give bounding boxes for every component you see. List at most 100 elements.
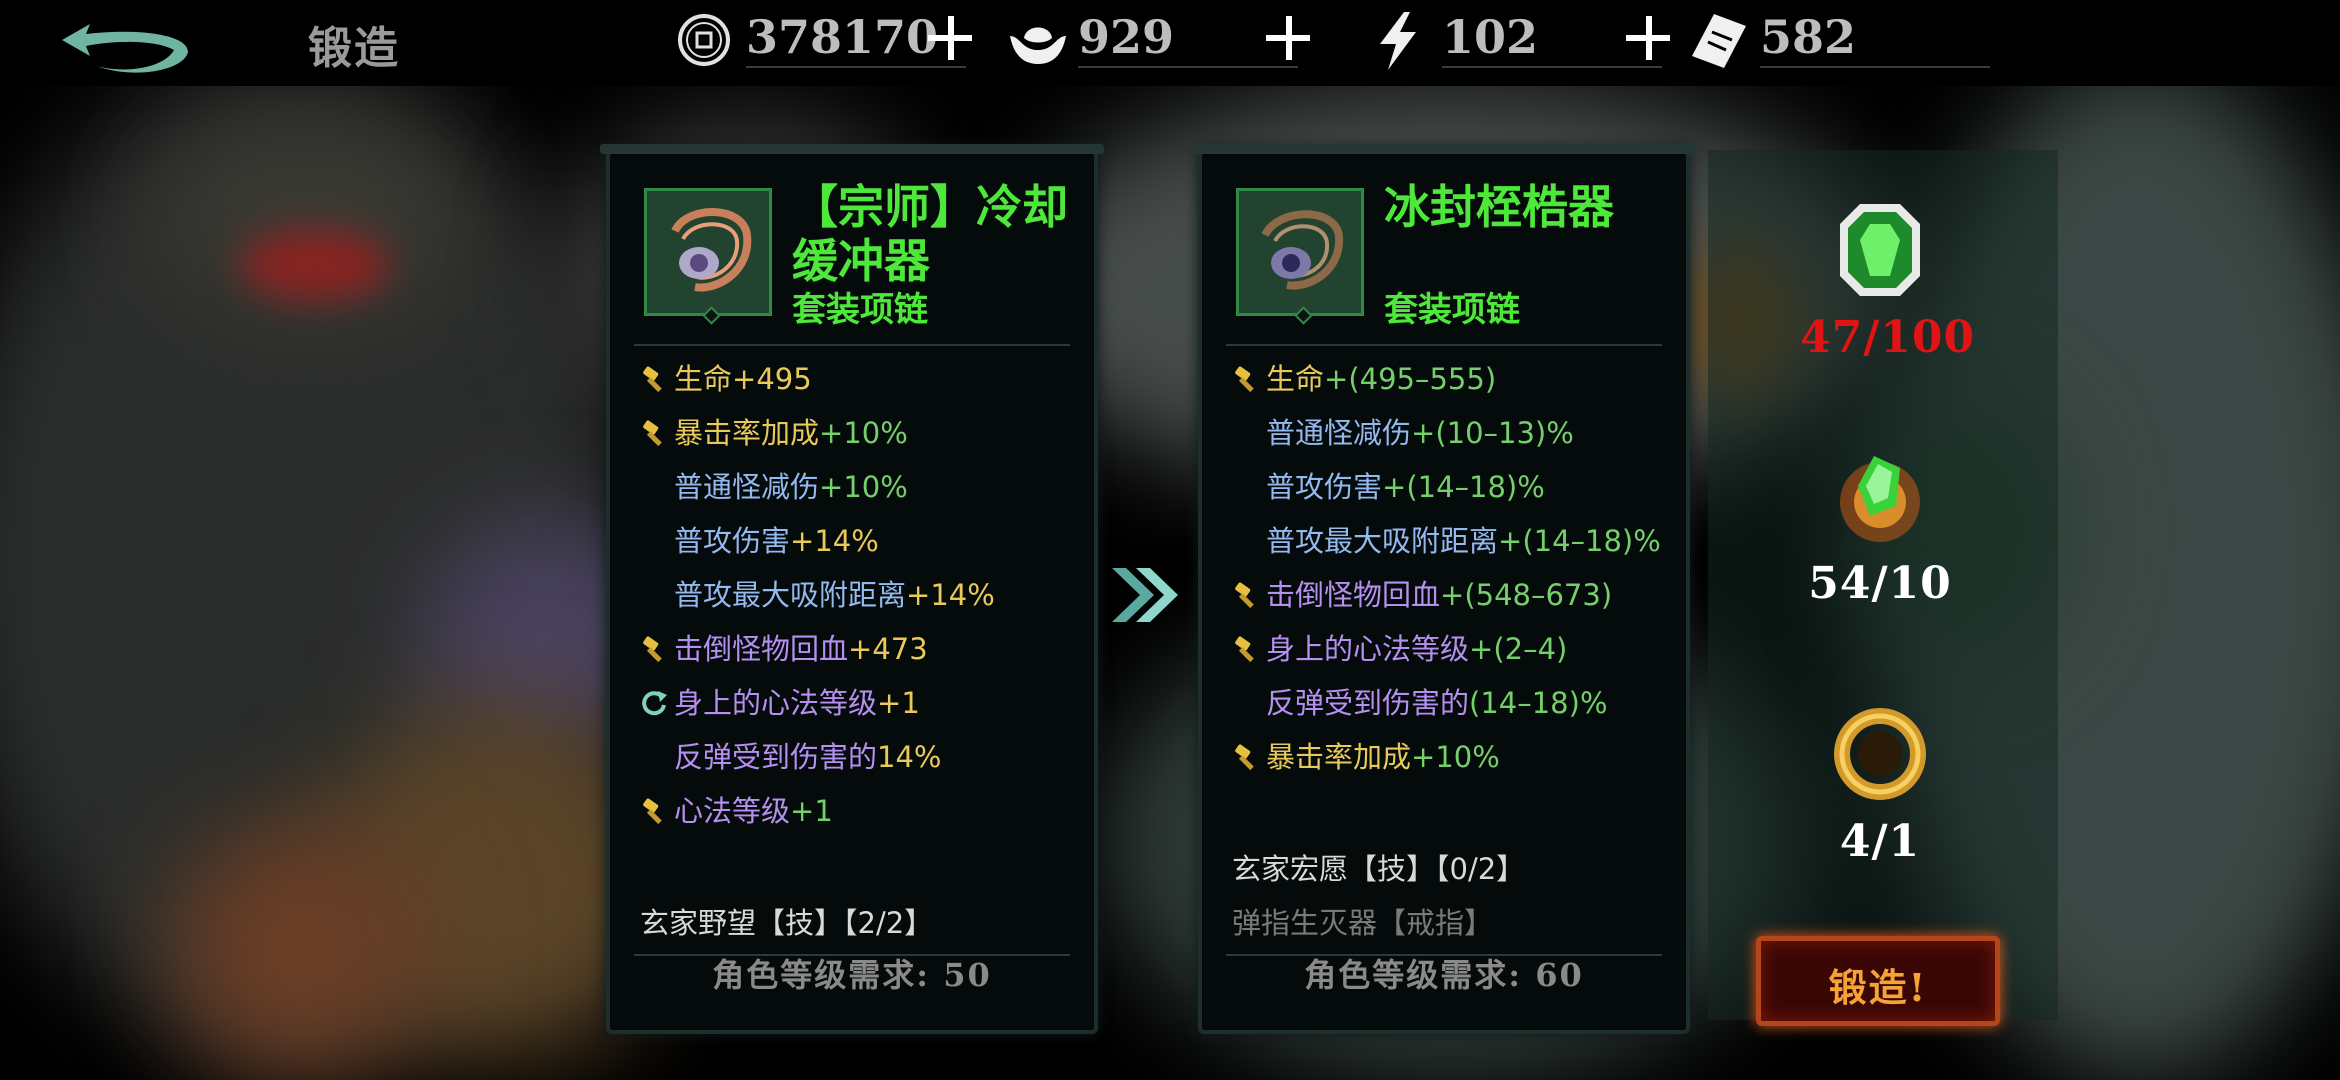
stat-text: 暴击率加成+10% [674, 406, 908, 460]
item-name-line-1: 【宗师】冷却 [792, 180, 1068, 234]
stat-row: 普通怪减伤+(10–13)% [1232, 406, 1676, 460]
stat-row: 暴击率加成+10% [640, 406, 1084, 460]
set-skill: 玄家野望【技】【2/2】 [640, 906, 934, 940]
stat-value: +14% [790, 524, 879, 558]
stat-text: 普攻最大吸附距离+14% [674, 568, 995, 622]
stat-value: +(14–18)% [1498, 524, 1661, 558]
stat-label: 反弹受到伤害的 [1266, 686, 1470, 720]
stat-value: +(14–18)% [1382, 470, 1545, 504]
item-name-line-2: 缓冲器 [792, 234, 930, 288]
level-requirement: 角色等级需求: 60 [1304, 956, 1584, 994]
stat-value: +473 [848, 632, 928, 666]
stat-label: 击倒怪物回血 [674, 632, 849, 666]
resource-energy: 102 [1370, 6, 1670, 70]
stat-row: 心法等级+1 [640, 784, 1084, 838]
stat-row: 普攻伤害+(14–18)% [1232, 460, 1676, 514]
set-skill: 弹指生灭器【戒指】 [1232, 906, 1494, 940]
stat-text: 击倒怪物回血+473 [674, 622, 928, 676]
hammer-icon [1235, 744, 1254, 771]
stat-text: 普攻伤害+14% [674, 514, 879, 568]
necklace-icon [1261, 210, 1344, 290]
silver-ingot-icon [1010, 27, 1066, 64]
material-count: 54/10 [1808, 558, 1952, 609]
coin-value: 378170 [746, 10, 939, 64]
stat-row: 身上的心法等级+1 [640, 676, 1084, 730]
back-arrow-icon [62, 24, 188, 73]
page-title: 锻造 [308, 23, 400, 74]
target-necklace-icon[interactable] [1236, 188, 1364, 325]
stat-label: 暴击率加成 [674, 416, 820, 450]
divider [634, 344, 1070, 346]
stat-label: 身上的心法等级 [1266, 632, 1470, 666]
stat-text: 普通怪减伤+10% [674, 460, 908, 514]
stat-text: 反弹受到伤害的14% [674, 730, 941, 784]
stat-row: 暴击率加成+10% [1232, 730, 1676, 784]
stat-text: 生命+(495–555) [1266, 352, 1496, 406]
ticket-value: 582 [1760, 10, 1857, 64]
stat-value: +1 [790, 794, 833, 828]
resource-ticket: 582 [1688, 6, 1998, 70]
hammer-icon [643, 636, 662, 663]
divider [1760, 66, 1990, 68]
stat-label: 普攻伤害 [1266, 470, 1383, 504]
ticket-icon [1692, 14, 1746, 68]
stat-text: 反弹受到伤害的(14–18)% [1266, 676, 1608, 730]
current-item-panel: 【宗师】冷却 缓冲器 套装项链 生命+495 暴击率加成+10% 普通怪减伤+10%… [600, 144, 1104, 1034]
stat-value: +(10–13)% [1411, 416, 1574, 450]
stat-label: 身上的心法等级 [674, 686, 878, 720]
add-energy-button[interactable] [1622, 12, 1674, 64]
stat-row: 普攻最大吸附距离+14% [640, 568, 1084, 622]
stat-label: 生命 [1266, 362, 1325, 396]
forge-button-label: 锻造! [1828, 965, 1928, 1010]
target-stats-list: 生命+(495–555) 普通怪减伤+(10–13)% 普攻伤害+(14–18)% 普… [1232, 352, 1676, 784]
stat-value: +1 [877, 686, 920, 720]
material-fire-crystal[interactable]: 54/10 [1800, 446, 1960, 609]
stat-value: +14% [906, 578, 995, 612]
target-item-type: 套装项链 [1384, 290, 1520, 330]
forge-button[interactable]: 锻造! [1756, 936, 2000, 1026]
stat-value: +10% [1411, 740, 1500, 774]
coin-icon [678, 14, 730, 66]
energy-value: 102 [1442, 10, 1539, 64]
current-stats-list: 生命+495 暴击率加成+10% 普通怪减伤+10% 普攻伤害+14% 普攻最大吸附距离… [640, 352, 1084, 838]
top-bar: 锻造 378170 929 102 582 [0, 0, 2340, 86]
stat-row: 普攻伤害+14% [640, 514, 1084, 568]
add-silver-button[interactable] [1262, 12, 1314, 64]
golden-ring-icon [1834, 708, 1926, 800]
stat-row: 击倒怪物回血+473 [640, 622, 1084, 676]
divider [1442, 66, 1662, 68]
current-necklace-icon[interactable] [644, 188, 772, 325]
stat-text: 心法等级+1 [674, 784, 833, 838]
stat-row: 普攻最大吸附距离+(14–18)% [1232, 514, 1676, 568]
hammer-icon [643, 798, 662, 825]
stat-text: 普通怪减伤+(10–13)% [1266, 406, 1574, 460]
stat-text: 击倒怪物回血+(548–673) [1266, 568, 1612, 622]
stat-label: 反弹受到伤害的 [674, 740, 878, 774]
material-green-gem[interactable]: 47/100 [1800, 200, 1974, 363]
stat-text: 身上的心法等级+(2–4) [1266, 622, 1567, 676]
hammer-icon [643, 366, 662, 393]
divider [746, 66, 966, 68]
stat-label: 普攻最大吸附距离 [674, 578, 907, 612]
item-name-line-1: 冰封桎梏器 [1384, 180, 1614, 234]
back-button[interactable] [56, 10, 196, 80]
stat-label: 普通怪减伤 [674, 470, 820, 504]
level-requirement: 角色等级需求: 50 [712, 956, 992, 994]
lightning-icon [1380, 12, 1416, 70]
material-golden-ring[interactable]: 4/1 [1800, 704, 1960, 867]
target-item-panel: 冰封桎梏器 套装项链 生命+(495–555) 普通怪减伤+(10–13)% 普攻伤… [1192, 144, 1696, 1034]
stat-label: 普攻最大吸附距离 [1266, 524, 1499, 558]
stat-value: 14% [877, 740, 942, 774]
refresh-icon [642, 691, 667, 716]
add-coin-button[interactable] [924, 12, 976, 64]
stat-value: +10% [819, 416, 908, 450]
hammer-icon [1235, 636, 1254, 663]
stat-label: 心法等级 [674, 794, 791, 828]
stat-text: 普攻伤害+(14–18)% [1266, 460, 1545, 514]
fire-crystal-icon [1840, 456, 1920, 542]
divider [1078, 66, 1298, 68]
hammer-icon [643, 420, 662, 447]
current-item-type: 套装项链 [792, 290, 928, 330]
panel-edge [1192, 144, 1696, 154]
hammer-icon [1235, 582, 1254, 609]
